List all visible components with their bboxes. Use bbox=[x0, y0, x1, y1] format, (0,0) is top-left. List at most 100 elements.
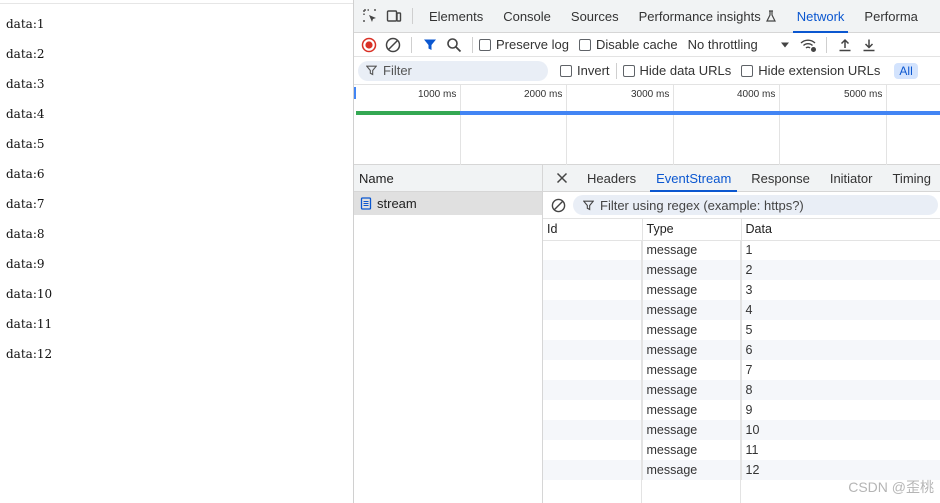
device-toolbar-icon[interactable] bbox=[382, 4, 406, 28]
clear-messages-icon[interactable] bbox=[549, 193, 567, 217]
timeline-tick-label: 1000 ms bbox=[418, 89, 457, 100]
filter-icon bbox=[366, 65, 377, 76]
tab-timing[interactable]: Timing bbox=[882, 165, 940, 192]
table-row[interactable]: message 2 bbox=[543, 260, 940, 280]
page-line: data:1 bbox=[6, 17, 45, 31]
separator bbox=[472, 36, 473, 53]
column-header-data[interactable]: Data bbox=[741, 219, 940, 241]
requests-list: Name stream bbox=[354, 165, 543, 503]
cell-data: 7 bbox=[741, 360, 940, 380]
throttling-select[interactable]: No throttling bbox=[688, 37, 790, 52]
timeline-start-marker bbox=[354, 87, 356, 99]
tab-elements[interactable]: Elements bbox=[419, 0, 493, 33]
regex-filter-input[interactable]: Filter using regex (example: https?) bbox=[573, 195, 938, 215]
table-row[interactable]: message 1 bbox=[543, 240, 940, 260]
cell-type: message bbox=[642, 260, 742, 280]
document-icon bbox=[360, 197, 372, 210]
column-header-type[interactable]: Type bbox=[642, 219, 742, 241]
cell-type: message bbox=[642, 400, 742, 420]
cell-data: 5 bbox=[741, 320, 940, 340]
column-header-id[interactable]: Id bbox=[543, 219, 643, 241]
cell-data: 3 bbox=[741, 280, 940, 300]
inspect-element-icon[interactable] bbox=[358, 4, 382, 28]
cell-type: message bbox=[642, 320, 742, 340]
eventstream-table: Id Type Data message 1 message 2 message 3 … bbox=[543, 219, 940, 480]
table-row[interactable]: message 7 bbox=[543, 360, 940, 380]
table-row[interactable]: message 9 bbox=[543, 400, 940, 420]
invert-checkbox[interactable]: Invert bbox=[560, 63, 610, 78]
disable-cache-label: Disable cache bbox=[595, 37, 678, 52]
tab-console[interactable]: Console bbox=[493, 0, 561, 33]
cell-type: message bbox=[642, 340, 742, 360]
cell-type: message bbox=[642, 460, 742, 480]
request-detail-pane: Headers EventStream Response Initiator T… bbox=[543, 165, 940, 503]
checkbox-box[interactable] bbox=[560, 64, 572, 77]
page-line: data:10 bbox=[6, 287, 53, 301]
cell-id bbox=[543, 280, 643, 300]
cell-type: message bbox=[642, 420, 742, 440]
cell-type: message bbox=[642, 360, 742, 380]
request-row[interactable]: stream bbox=[354, 192, 542, 215]
eventstream-filterbar: Filter using regex (example: https?) bbox=[543, 192, 940, 219]
preserve-log-checkbox[interactable]: Preserve log bbox=[479, 37, 569, 52]
tab-performance-insights[interactable]: Performance insights bbox=[629, 0, 787, 33]
checkbox-box[interactable] bbox=[741, 64, 754, 77]
cell-type: message bbox=[642, 280, 742, 300]
timeline-tick bbox=[673, 85, 674, 165]
hide-data-urls-checkbox[interactable]: Hide data URLs bbox=[622, 63, 731, 78]
tab-performance[interactable]: Performa bbox=[854, 0, 927, 33]
tab-sources[interactable]: Sources bbox=[561, 0, 629, 33]
throttling-value: No throttling bbox=[687, 37, 758, 52]
filter-funnel-icon[interactable] bbox=[418, 33, 442, 57]
checkbox-box[interactable] bbox=[479, 38, 491, 51]
tab-headers[interactable]: Headers bbox=[577, 165, 646, 192]
network-conditions-icon[interactable] bbox=[796, 33, 820, 57]
waiting-bar bbox=[356, 111, 460, 115]
close-icon[interactable] bbox=[551, 166, 573, 190]
network-toolbar: Preserve log Disable cache No throttling bbox=[354, 33, 940, 57]
filter-type-all[interactable]: All bbox=[894, 62, 918, 79]
regex-filter-placeholder: Filter using regex (example: https?) bbox=[600, 197, 804, 213]
checkbox-box[interactable] bbox=[578, 38, 591, 51]
table-row[interactable]: message 3 bbox=[543, 280, 940, 300]
detail-tabbar: Headers EventStream Response Initiator T… bbox=[543, 165, 940, 192]
cell-data: 10 bbox=[741, 420, 940, 440]
filter-placeholder: Filter bbox=[383, 63, 412, 78]
checkbox-box[interactable] bbox=[622, 64, 635, 77]
table-row[interactable]: message 8 bbox=[543, 380, 940, 400]
invert-label: Invert bbox=[577, 63, 610, 78]
network-overview-timeline[interactable]: 1000 ms 2000 ms 3000 ms 4000 ms 5000 ms bbox=[354, 85, 940, 165]
hide-extension-urls-checkbox[interactable]: Hide extension URLs bbox=[741, 63, 880, 78]
record-stop-icon[interactable] bbox=[357, 33, 381, 57]
tab-initiator[interactable]: Initiator bbox=[820, 165, 883, 192]
preserve-log-label: Preserve log bbox=[496, 37, 569, 52]
table-row[interactable]: message 10 bbox=[543, 420, 940, 440]
page-line: data:6 bbox=[6, 167, 45, 181]
export-har-icon[interactable] bbox=[857, 33, 881, 57]
tab-network[interactable]: Network bbox=[787, 0, 855, 33]
timeline-tick bbox=[779, 85, 780, 165]
tab-eventstream[interactable]: EventStream bbox=[646, 165, 741, 192]
tab-response[interactable]: Response bbox=[741, 165, 820, 192]
table-row[interactable]: message 5 bbox=[543, 320, 940, 340]
cell-id bbox=[543, 400, 643, 420]
page-line: data:4 bbox=[6, 107, 45, 121]
table-row[interactable]: message 4 bbox=[543, 300, 940, 320]
disable-cache-checkbox[interactable]: Disable cache bbox=[578, 37, 678, 52]
cell-data: 11 bbox=[741, 440, 940, 460]
cell-id bbox=[543, 380, 643, 400]
filter-input[interactable]: Filter bbox=[358, 60, 548, 81]
clear-icon[interactable] bbox=[381, 33, 405, 57]
timeline-tick-label: 5000 ms bbox=[844, 89, 883, 100]
cell-data: 8 bbox=[741, 380, 940, 400]
table-row[interactable]: message 6 bbox=[543, 340, 940, 360]
cell-data: 1 bbox=[741, 240, 940, 260]
cell-id bbox=[543, 360, 643, 380]
timeline-tick bbox=[886, 85, 887, 165]
search-icon[interactable] bbox=[442, 33, 466, 57]
page-line: data:9 bbox=[6, 257, 45, 271]
cell-id bbox=[543, 320, 643, 340]
import-har-icon[interactable] bbox=[833, 33, 857, 57]
name-column-header[interactable]: Name bbox=[354, 165, 542, 192]
table-row[interactable]: message 11 bbox=[543, 440, 940, 460]
